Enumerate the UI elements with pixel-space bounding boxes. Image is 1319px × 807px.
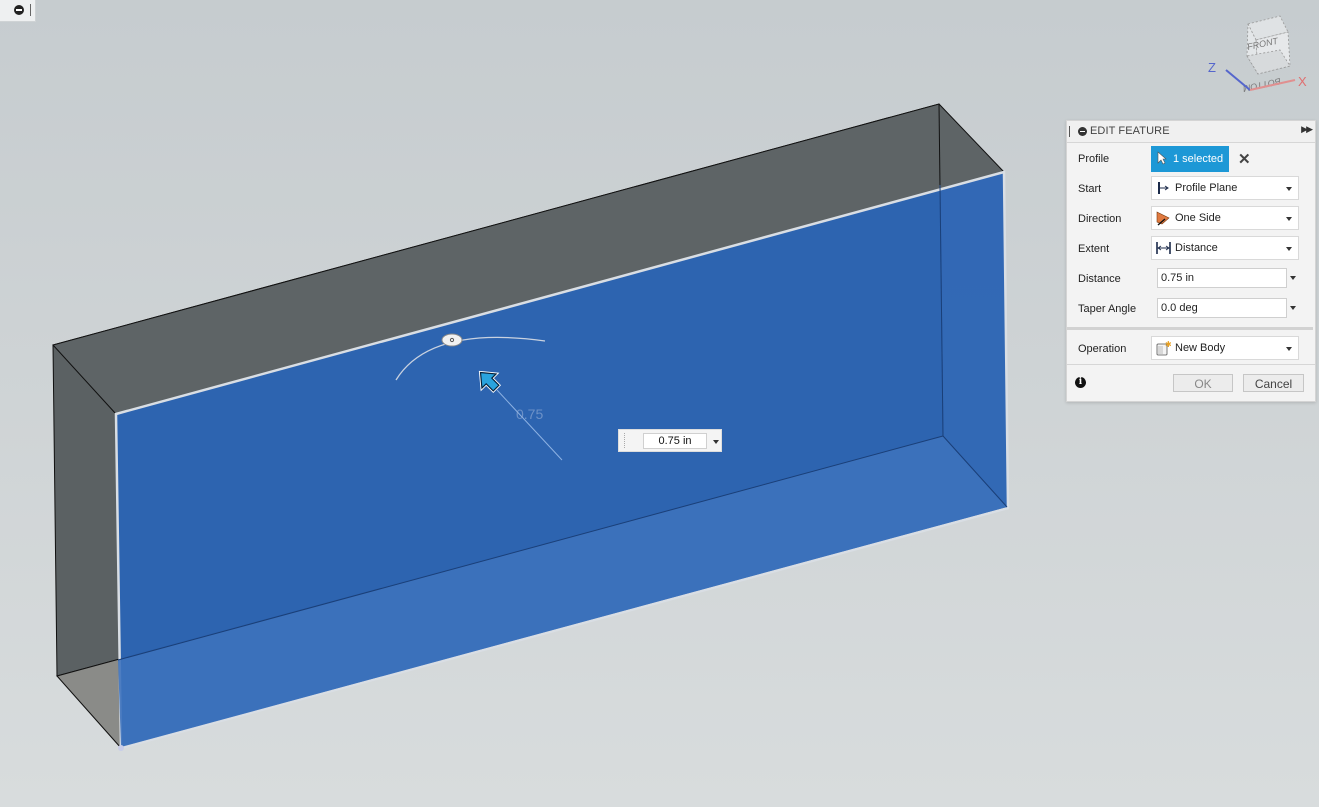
svg-text:✱: ✱ — [1165, 340, 1171, 349]
separator — [1067, 327, 1313, 330]
panel-title: EDIT FEATURE — [1090, 125, 1170, 137]
expand-icon[interactable]: ▶▶ — [1301, 124, 1313, 135]
cancel-button[interactable]: Cancel — [1243, 374, 1304, 392]
extent-dropdown[interactable]: Distance — [1151, 236, 1299, 260]
profile-plane-icon — [1158, 182, 1169, 194]
direction-label: Direction — [1078, 213, 1122, 225]
vertex-point[interactable] — [118, 745, 124, 751]
ok-button[interactable]: OK — [1173, 374, 1233, 392]
operation-dropdown[interactable]: ✱ New Body — [1151, 336, 1299, 360]
view-cube[interactable]: FRONT BOTTOM Z X — [1200, 12, 1315, 102]
chevron-down-icon — [1286, 217, 1292, 221]
distance-icon — [1156, 242, 1171, 254]
panel-header[interactable]: EDIT FEATURE ▶▶ — [1067, 121, 1315, 143]
z-axis-label: Z — [1208, 60, 1216, 75]
direction-value: One Side — [1175, 212, 1221, 224]
one-side-icon — [1156, 211, 1170, 226]
collapse-icon[interactable] — [14, 5, 24, 15]
start-dropdown[interactable]: Profile Plane — [1151, 176, 1299, 200]
grip-icon[interactable] — [1069, 126, 1070, 137]
taper-angle-dropdown-caret[interactable] — [1290, 306, 1296, 310]
new-body-icon: ✱ — [1156, 340, 1171, 356]
info-icon[interactable]: i — [1075, 377, 1086, 388]
taper-handle[interactable] — [441, 333, 463, 347]
chevron-down-icon — [1286, 247, 1292, 251]
z-axis — [1225, 69, 1251, 91]
taper-angle-label: Taper Angle — [1078, 303, 1137, 315]
dimension-label: 0.75 — [516, 406, 544, 422]
chevron-down-icon — [1286, 347, 1292, 351]
edit-feature-panel: EDIT FEATURE ▶▶ Profile 1 selected ✕ Sta… — [1066, 120, 1316, 402]
collapse-icon[interactable] — [1078, 127, 1087, 136]
extent-value: Distance — [1175, 242, 1218, 254]
browser-collapsed[interactable] — [0, 0, 36, 22]
divider — [1067, 364, 1315, 365]
operation-label: Operation — [1078, 343, 1127, 355]
profile-selection-button[interactable]: 1 selected — [1151, 146, 1229, 172]
grip-icon[interactable] — [30, 4, 31, 16]
taper-angle-input[interactable]: 0.0 deg — [1157, 298, 1287, 318]
distance-dropdown-caret[interactable] — [1290, 276, 1296, 280]
start-value: Profile Plane — [1175, 182, 1238, 194]
drag-grip[interactable] — [624, 433, 626, 448]
extent-label: Extent — [1078, 243, 1110, 255]
x-axis-label: X — [1298, 74, 1307, 89]
profile-selection-text: 1 selected — [1173, 153, 1224, 165]
distance-input[interactable]: 0.75 in — [1157, 268, 1287, 288]
direction-dropdown[interactable]: One Side — [1151, 206, 1299, 230]
start-label: Start — [1078, 183, 1102, 195]
clear-selection-icon[interactable]: ✕ — [1238, 150, 1251, 168]
chevron-down-icon — [1286, 187, 1292, 191]
dimension-dropdown-caret[interactable] — [713, 440, 719, 444]
dimension-input-box: 0.75 in — [618, 429, 722, 452]
cursor-icon — [1157, 151, 1167, 165]
operation-value: New Body — [1175, 342, 1226, 354]
dimension-input[interactable]: 0.75 in — [643, 433, 707, 449]
distance-label: Distance — [1078, 273, 1121, 285]
profile-label: Profile — [1078, 153, 1110, 165]
